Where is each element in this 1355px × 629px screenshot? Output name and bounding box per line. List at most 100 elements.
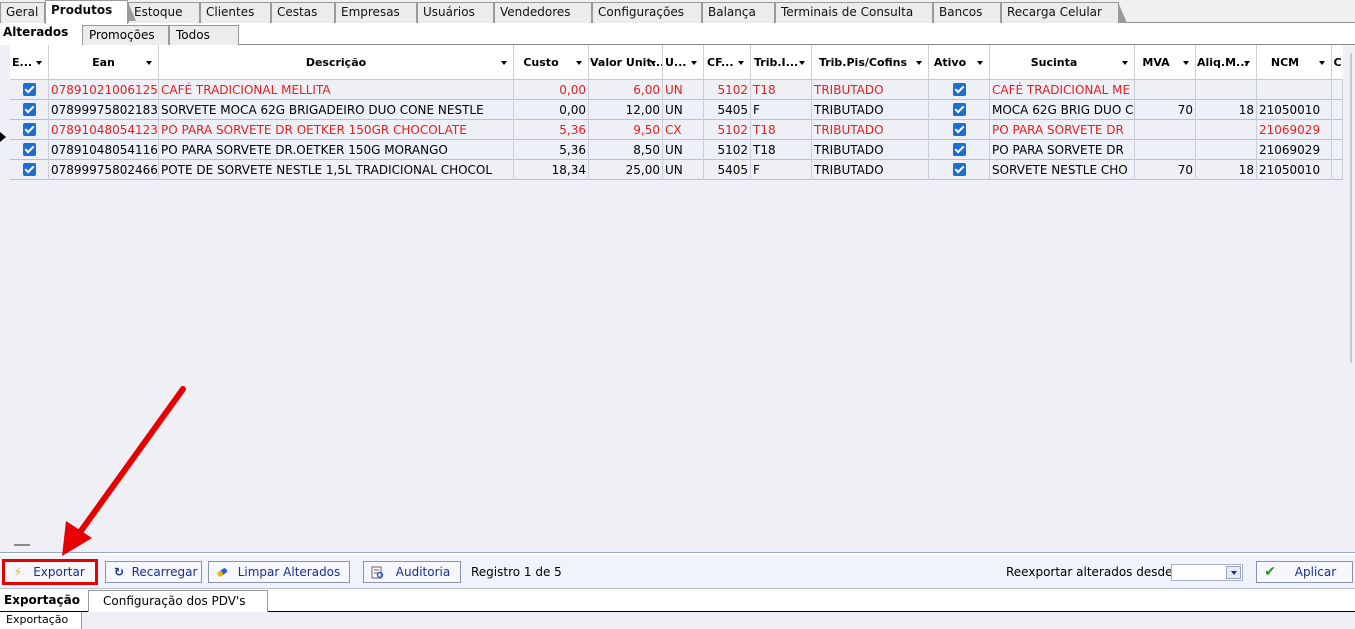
cell-aliq-mva[interactable]: 18 (1196, 100, 1257, 120)
cell-unidade[interactable]: UN (663, 140, 704, 160)
cell-cfop[interactable]: 5405 (704, 160, 751, 180)
tab-promocoes[interactable]: Promoções (82, 25, 169, 45)
row-export-check[interactable] (10, 120, 49, 140)
checkbox-checked-icon[interactable] (22, 143, 36, 156)
cell-trib-icms[interactable]: T18 (751, 120, 812, 140)
cell-sucinta[interactable]: SORVETE NESTLE CHO (990, 160, 1135, 180)
dropdown-arrow-icon[interactable] (738, 61, 744, 65)
table-row[interactable]: 07891048054116 PO PARA SORVETE DR.OETKER … (10, 140, 1343, 160)
splitter-grip[interactable] (14, 544, 30, 546)
dropdown-arrow-icon[interactable] (799, 61, 805, 65)
cell-cfop[interactable]: 5102 (704, 140, 751, 160)
cell-aliq-mva[interactable]: 18 (1196, 160, 1257, 180)
cell-custo[interactable]: 18,34 (514, 160, 589, 180)
cell-custo[interactable]: 0,00 (514, 100, 589, 120)
cell-trib-icms[interactable]: F (751, 160, 812, 180)
exportar-button[interactable]: ⚡ Exportar (2, 559, 98, 585)
splitter[interactable] (0, 536, 1355, 553)
cell-ean[interactable]: 07899975802183 (49, 100, 159, 120)
cell-unidade[interactable]: UN (663, 100, 704, 120)
col-header-valor-unit[interactable]: Valor Unit... (589, 45, 663, 80)
cell-sucinta[interactable]: PO PARA SORVETE DR (990, 140, 1135, 160)
tab-usuarios[interactable]: Usuários (417, 2, 502, 23)
col-header-ativo[interactable]: Ativo (929, 45, 990, 80)
cell-sucinta[interactable]: CAFÉ TRADICIONAL ME (990, 80, 1135, 100)
checkbox-checked-icon[interactable] (952, 123, 966, 136)
col-header-trib-pis-cofins[interactable]: Trib.Pis/Cofins (812, 45, 929, 80)
cell-custo[interactable]: 5,36 (514, 140, 589, 160)
cell-cfop[interactable]: 5102 (704, 120, 751, 140)
col-header-sucinta[interactable]: Sucinta (990, 45, 1135, 80)
cell-trib-pis-cofins[interactable]: TRIBUTADO (812, 160, 929, 180)
vertical-scrollbar[interactable] (1350, 53, 1352, 363)
recarregar-button[interactable]: ↻ Recarregar (105, 561, 202, 583)
cell-ncm[interactable] (1257, 80, 1332, 100)
cell-trib-pis-cofins[interactable]: TRIBUTADO (812, 120, 929, 140)
cell-extra[interactable] (1332, 140, 1343, 160)
reexportar-date-combo[interactable] (1171, 564, 1243, 581)
cell-ean[interactable]: 07891021006125 (49, 80, 159, 100)
col-header-extra[interactable]: C (1332, 45, 1343, 80)
col-header-e[interactable]: E... (10, 45, 49, 80)
col-header-aliq-mva[interactable]: Aliq.M... (1196, 45, 1257, 80)
cell-trib-pis-cofins[interactable]: TRIBUTADO (812, 100, 929, 120)
cell-ncm[interactable]: 21050010 (1257, 160, 1332, 180)
cell-sucinta[interactable]: MOCA 62G BRIG DUO C (990, 100, 1135, 120)
row-export-check[interactable] (10, 140, 49, 160)
cell-trib-icms[interactable]: T18 (751, 80, 812, 100)
cell-unidade[interactable]: UN (663, 80, 704, 100)
checkbox-checked-icon[interactable] (952, 163, 966, 176)
cell-valor-unit[interactable]: 12,00 (589, 100, 663, 120)
tab-bancos[interactable]: Bancos (933, 2, 1009, 23)
cell-valor-unit[interactable]: 25,00 (589, 160, 663, 180)
dropdown-arrow-icon[interactable] (1226, 566, 1241, 579)
col-header-trib-icms[interactable]: Trib.I... (751, 45, 812, 80)
tab-balanca[interactable]: Balança (702, 2, 783, 23)
dropdown-arrow-icon[interactable] (146, 61, 152, 65)
auditoria-button[interactable]: Auditoria (363, 561, 461, 583)
cell-mva[interactable]: 70 (1135, 160, 1196, 180)
dropdown-arrow-icon[interactable] (1122, 61, 1128, 65)
cell-trib-icms[interactable]: F (751, 100, 812, 120)
checkbox-checked-icon[interactable] (22, 163, 36, 176)
tab-exportacao-sub[interactable]: Exportação (0, 612, 82, 629)
tab-configuracao-pdvs[interactable]: Configuração dos PDV's (88, 590, 268, 612)
cell-trib-icms[interactable]: T18 (751, 140, 812, 160)
tab-empresas[interactable]: Empresas (335, 2, 425, 23)
cell-unidade[interactable]: UN (663, 160, 704, 180)
cell-descricao[interactable]: POTE DE SORVETE NESTLE 1,5L TRADICIONAL … (159, 160, 514, 180)
dropdown-arrow-icon[interactable] (36, 61, 42, 65)
checkbox-checked-icon[interactable] (952, 143, 966, 156)
cell-ativo[interactable] (929, 140, 990, 160)
cell-descricao[interactable]: PO PARA SORVETE DR OETKER 150GR CHOCOLAT… (159, 120, 514, 140)
col-header-cfop[interactable]: CF... (704, 45, 751, 80)
cell-ativo[interactable] (929, 160, 990, 180)
table-row[interactable]: 07899975802466 POTE DE SORVETE NESTLE 1,5… (10, 160, 1343, 180)
dropdown-arrow-icon[interactable] (1319, 61, 1325, 65)
tab-terminais-consulta[interactable]: Terminais de Consulta (775, 2, 941, 23)
cell-ean[interactable]: 07899975802466 (49, 160, 159, 180)
cell-mva[interactable] (1135, 120, 1196, 140)
cell-ean[interactable]: 07891048054123 (49, 120, 159, 140)
cell-ncm[interactable]: 21069029 (1257, 120, 1332, 140)
cell-mva[interactable] (1135, 140, 1196, 160)
checkbox-checked-icon[interactable] (952, 103, 966, 116)
tab-estoque[interactable]: Estoque (128, 2, 208, 23)
cell-sucinta[interactable]: PO PARA SORVETE DR (990, 120, 1135, 140)
table-row[interactable]: 07899975802183 SORVETE MOCA 62G BRIGADEIR… (10, 100, 1343, 120)
cell-extra[interactable] (1332, 160, 1343, 180)
dropdown-arrow-icon[interactable] (576, 61, 582, 65)
row-export-check[interactable] (10, 100, 49, 120)
cell-cfop[interactable]: 5102 (704, 80, 751, 100)
checkbox-checked-icon[interactable] (22, 83, 36, 96)
col-header-custo[interactable]: Custo (514, 45, 589, 80)
cell-aliq-mva[interactable] (1196, 140, 1257, 160)
dropdown-arrow-icon[interactable] (1183, 61, 1189, 65)
dropdown-arrow-icon[interactable] (1244, 61, 1250, 65)
checkbox-checked-icon[interactable] (22, 103, 36, 116)
cell-valor-unit[interactable]: 9,50 (589, 120, 663, 140)
tab-todos[interactable]: Todos (169, 25, 239, 45)
tab-configuracoes[interactable]: Configurações (592, 2, 710, 23)
dropdown-arrow-icon[interactable] (916, 61, 922, 65)
col-header-ncm[interactable]: NCM (1257, 45, 1332, 80)
